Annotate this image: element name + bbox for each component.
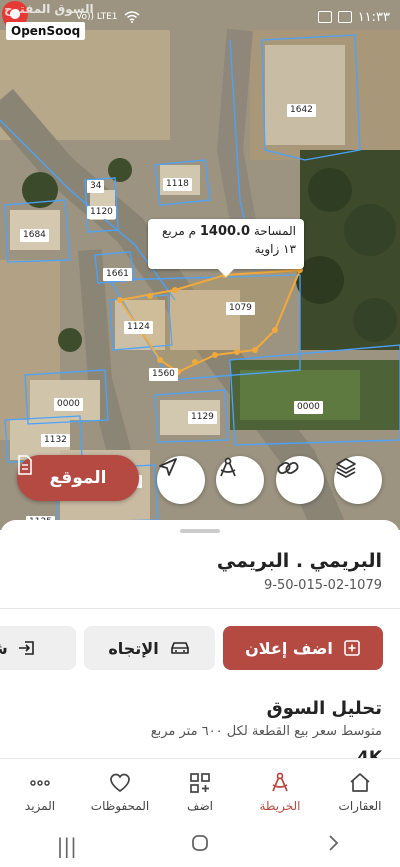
divider — [0, 608, 400, 609]
system-nav-bar: ||| — [0, 824, 400, 867]
plot-number: 9-50-015-02-1079 — [263, 578, 382, 593]
parcel-label[interactable]: 1684 — [20, 229, 49, 242]
parcel-label[interactable]: 1661 — [103, 268, 132, 281]
sheet-drag-handle[interactable] — [180, 529, 220, 533]
parcel-label[interactable]: 1642 — [287, 104, 316, 117]
direction-label: الإتجاه — [108, 638, 159, 658]
bottom-nav: العقارات الخريطة اضف المحفوظات المزيد — [0, 758, 400, 824]
location-button-label: الموقع — [49, 468, 107, 488]
nav-label: اضف — [187, 798, 213, 813]
status-time: ١١:٣٣ — [357, 9, 390, 25]
screen: 1642 1118 34 1120 1684 1661 1124 1079 15… — [0, 0, 400, 867]
nav-item-properties[interactable]: العقارات — [320, 771, 400, 813]
area-unit: م مربع — [162, 224, 197, 238]
more-icon — [30, 779, 50, 786]
gallery-icon — [337, 11, 352, 23]
navigate-button[interactable] — [157, 456, 205, 504]
area-popup: المساحة 1400.0 م مربع ١٣ زاوية — [148, 219, 304, 277]
back-icon[interactable] — [323, 833, 343, 858]
add-ad-label: اضف إعلان — [245, 638, 333, 658]
wifi-icon — [124, 11, 140, 23]
area-value: 1400.0 — [199, 224, 251, 239]
nav-label: العقارات — [338, 798, 382, 813]
share-button[interactable]: شا — [0, 626, 76, 670]
nav-label: المحفوظات — [90, 798, 150, 813]
area-line: المساحة 1400.0 م مربع — [156, 224, 296, 239]
brand-logo: OpenSooq — [6, 22, 86, 40]
heart-icon — [110, 773, 130, 792]
area-label: المساحة — [253, 224, 296, 238]
market-analysis-subtitle: متوسط سعر بيع القطعة لكل ٦٠٠ متر مربع — [150, 724, 382, 739]
parcel-label[interactable]: 0000 — [54, 398, 83, 411]
link-button[interactable] — [276, 456, 324, 504]
status-right: ١١:٣٣ — [317, 9, 390, 25]
parcel-label[interactable]: 1120 — [87, 206, 116, 219]
bottom-sheet: البريمي . البريمي 9-50-015-02-1079 اضف إ… — [0, 520, 400, 760]
corners-count: ١٣ زاوية — [254, 242, 296, 256]
car-icon — [170, 642, 189, 654]
nav-label: الخريطة — [259, 798, 301, 813]
home-circle-icon[interactable] — [190, 833, 210, 858]
parcel-label[interactable]: 1124 — [124, 321, 153, 334]
layers-button[interactable] — [334, 456, 382, 504]
map-compass-icon — [272, 772, 288, 791]
share-label: شا — [0, 639, 8, 658]
layers-icon — [336, 458, 356, 478]
parcel-label[interactable]: 1129 — [188, 411, 217, 424]
add-ad-button[interactable]: اضف إعلان — [223, 626, 383, 670]
add-square-icon — [344, 640, 360, 656]
add-grid-icon — [190, 772, 210, 793]
nav-item-saved[interactable]: المحفوظات — [80, 771, 160, 813]
nav-label: المزيد — [24, 798, 56, 813]
location-button[interactable]: الموقع — [17, 455, 139, 501]
parcel-label[interactable]: 1118 — [163, 178, 192, 191]
nav-item-add[interactable]: اضف — [160, 771, 240, 813]
measure-icon — [220, 457, 236, 477]
location-title: البريمي . البريمي — [216, 550, 382, 572]
navigate-icon — [159, 458, 177, 476]
map-view[interactable]: 1642 1118 34 1120 1684 1661 1124 1079 15… — [0, 0, 400, 530]
parcel-label[interactable]: 1079 — [226, 302, 255, 315]
market-analysis-title: تحليل السوق — [266, 698, 382, 719]
measure-button[interactable] — [216, 456, 264, 504]
document-icon — [18, 455, 32, 475]
parcel-label[interactable]: 1132 — [41, 434, 70, 447]
share-icon — [18, 641, 34, 655]
direction-button[interactable]: الإتجاه — [84, 626, 215, 670]
home-icon — [350, 772, 370, 792]
watermark: السوق المفتوح — [4, 2, 94, 16]
notification-icon — [317, 11, 332, 23]
nav-item-map[interactable]: الخريطة — [240, 771, 320, 813]
recent-apps-icon[interactable]: ||| — [57, 834, 77, 858]
link-icon — [277, 461, 299, 475]
parcel-label[interactable]: 1560 — [149, 368, 178, 381]
parcel-label[interactable]: 34 — [87, 180, 105, 193]
parcel-label[interactable]: 0000 — [294, 401, 323, 414]
nav-item-more[interactable]: المزيد — [0, 771, 80, 813]
